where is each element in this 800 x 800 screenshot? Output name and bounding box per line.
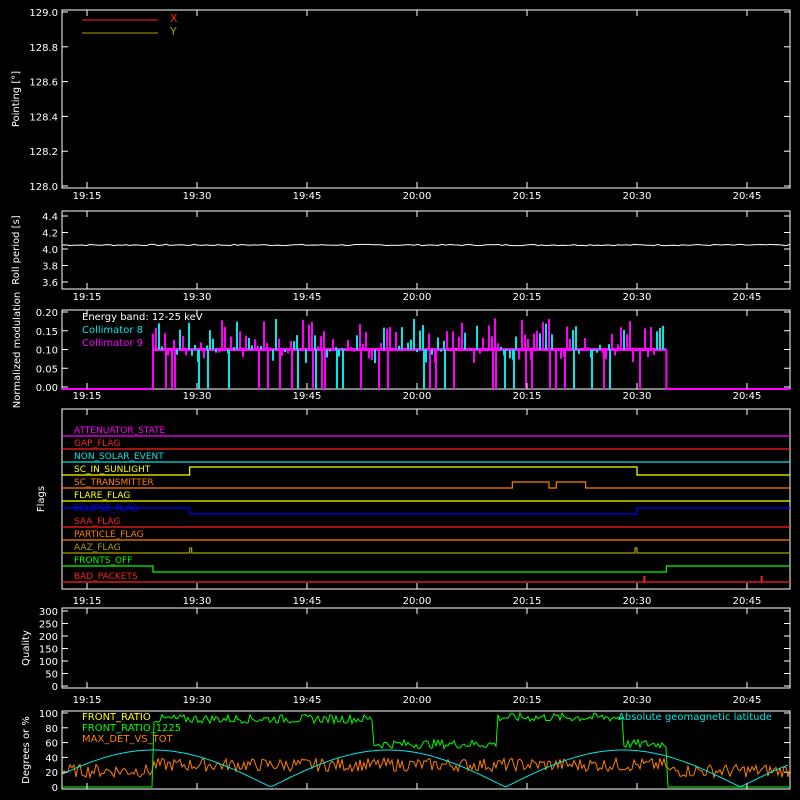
flag-label: GAP_FLAG <box>74 439 120 449</box>
front-ratio-label: FRONT_RATIO <box>82 712 151 723</box>
time-tick-label: 20:30 <box>623 292 652 303</box>
roll-ytick-label: 4.0 <box>42 245 58 256</box>
time-tick-label: 19:45 <box>293 191 322 202</box>
time-tick-label: 20:30 <box>623 596 652 607</box>
degrees-ytick-label: 100 <box>39 709 58 720</box>
time-tick-label: 19:30 <box>183 292 212 303</box>
legend-y-label: Y <box>169 25 177 38</box>
time-tick-label: 19:30 <box>183 695 212 706</box>
time-tick-label: 20:30 <box>623 391 652 402</box>
degrees-ytick-label: 0 <box>52 783 58 794</box>
time-tick-label: 20:15 <box>513 596 542 607</box>
flag-label: AAZ_FLAG <box>74 543 121 553</box>
roll-ytick-label: 3.8 <box>42 262 58 273</box>
quality-ylabel: Quality <box>21 630 32 666</box>
time-tick-label: 19:30 <box>183 191 212 202</box>
time-tick-label: 20:45 <box>733 695 762 706</box>
time-tick-label: 20:15 <box>513 391 542 402</box>
quality-ytick-label: 0 <box>52 682 58 693</box>
modulation-ytick-label: 0.00 <box>36 383 58 394</box>
pointing-ylabel: Pointing [°] <box>11 71 22 127</box>
time-tick-label: 20:45 <box>733 596 762 607</box>
roll-ytick-label: 3.6 <box>42 278 58 289</box>
degrees-ylabel: Degrees or % <box>21 716 32 784</box>
time-tick-label: 19:45 <box>293 292 322 303</box>
time-tick-label: 20:00 <box>403 391 432 402</box>
pointing-ytick-label: 128.4 <box>29 112 58 123</box>
time-tick-label: 20:00 <box>403 292 432 303</box>
flag-label: ECLIPSE_FLAG <box>74 504 138 514</box>
pointing-ytick-label: 129.0 <box>29 8 58 19</box>
roll-ylabel: Roll period [s] <box>11 215 22 284</box>
time-tick-label: 19:30 <box>183 391 212 402</box>
time-tick-label: 20:45 <box>733 191 762 202</box>
collimator-8-label: Collimator 8 <box>82 325 143 336</box>
flag-label: FLARE_FLAG <box>74 491 130 501</box>
pointing-ytick-label: 128.0 <box>29 182 58 193</box>
degrees-ytick-label: 20 <box>45 768 58 779</box>
time-tick-label: 19:15 <box>73 596 102 607</box>
flag-label: ATTENUATOR_STATE <box>74 426 166 436</box>
time-tick-label: 19:45 <box>293 596 322 607</box>
time-tick-label: 19:45 <box>293 391 322 402</box>
flags-ylabel: Flags <box>36 486 47 512</box>
quality-ytick-label: 150 <box>39 645 58 656</box>
quality-ytick-label: 300 <box>39 607 58 618</box>
degrees-ytick-label: 80 <box>45 724 58 735</box>
flag-label: NON_SOLAR_EVENT <box>74 452 164 462</box>
time-tick-label: 20:15 <box>513 292 542 303</box>
flag-label: PARTICLE_FLAG <box>74 530 144 540</box>
degrees-ytick-label: 60 <box>45 739 58 750</box>
geomag-latitude-label: Absolute geomagnetic latitude <box>618 712 772 723</box>
energy-band-annotation: Energy band: 12-25 keV <box>82 312 203 323</box>
pointing-ytick-label: 128.8 <box>29 43 58 54</box>
flag-label: BAD_PACKETS <box>74 572 138 582</box>
time-tick-label: 19:30 <box>183 596 212 607</box>
time-tick-label: 20:00 <box>403 191 432 202</box>
time-tick-label: 20:15 <box>513 695 542 706</box>
time-tick-label: 19:15 <box>73 191 102 202</box>
pointing-ytick-label: 128.2 <box>29 147 58 158</box>
time-tick-label: 19:45 <box>293 695 322 706</box>
modulation-ylabel: Normalized modulation <box>12 292 23 409</box>
quality-ytick-label: 50 <box>45 670 58 681</box>
time-tick-label: 19:15 <box>73 391 102 402</box>
figure: Pointing [°] 129.0 128.8 128.6 128.4 128.2 12… <box>0 0 800 800</box>
flag-label: SC_TRANSMITTER <box>74 478 154 488</box>
time-tick-label: 20:45 <box>733 292 762 303</box>
quality-ytick-label: 250 <box>39 620 58 631</box>
quality-ytick-label: 100 <box>39 657 58 668</box>
flag-label: SAA_FLAG <box>74 517 120 527</box>
time-tick-label: 20:30 <box>623 695 652 706</box>
quality-ytick-label: 200 <box>39 632 58 643</box>
time-tick-label: 20:00 <box>403 695 432 706</box>
flag-label: SC_IN_SUNLIGHT <box>74 465 151 475</box>
time-tick-label: 20:45 <box>733 391 762 402</box>
time-tick-label: 19:15 <box>73 695 102 706</box>
modulation-ytick-label: 0.05 <box>36 364 58 375</box>
degrees-ytick-label: 40 <box>45 753 58 764</box>
legend-x-label: X <box>170 12 178 25</box>
pointing-ytick-label: 128.6 <box>29 78 58 89</box>
modulation-ytick-label: 0.15 <box>36 327 58 338</box>
time-tick-label: 20:15 <box>513 191 542 202</box>
time-tick-label: 20:30 <box>623 191 652 202</box>
flag-label: FRONTS_OFF <box>74 556 132 566</box>
time-tick-label: 20:00 <box>403 596 432 607</box>
roll-ytick-label: 4.2 <box>42 229 58 240</box>
roll-ytick-label: 4.4 <box>42 212 58 223</box>
time-tick-label: 19:15 <box>73 292 102 303</box>
max-det-label: MAX_DET_VS_TOT <box>82 734 174 745</box>
modulation-ytick-label: 0.10 <box>36 346 58 357</box>
front-ratio-1225-label: FRONT_RATIO_1225 <box>82 723 181 734</box>
modulation-ytick-label: 0.20 <box>36 308 58 319</box>
collimator-9-label: Collimator 9 <box>82 338 143 349</box>
